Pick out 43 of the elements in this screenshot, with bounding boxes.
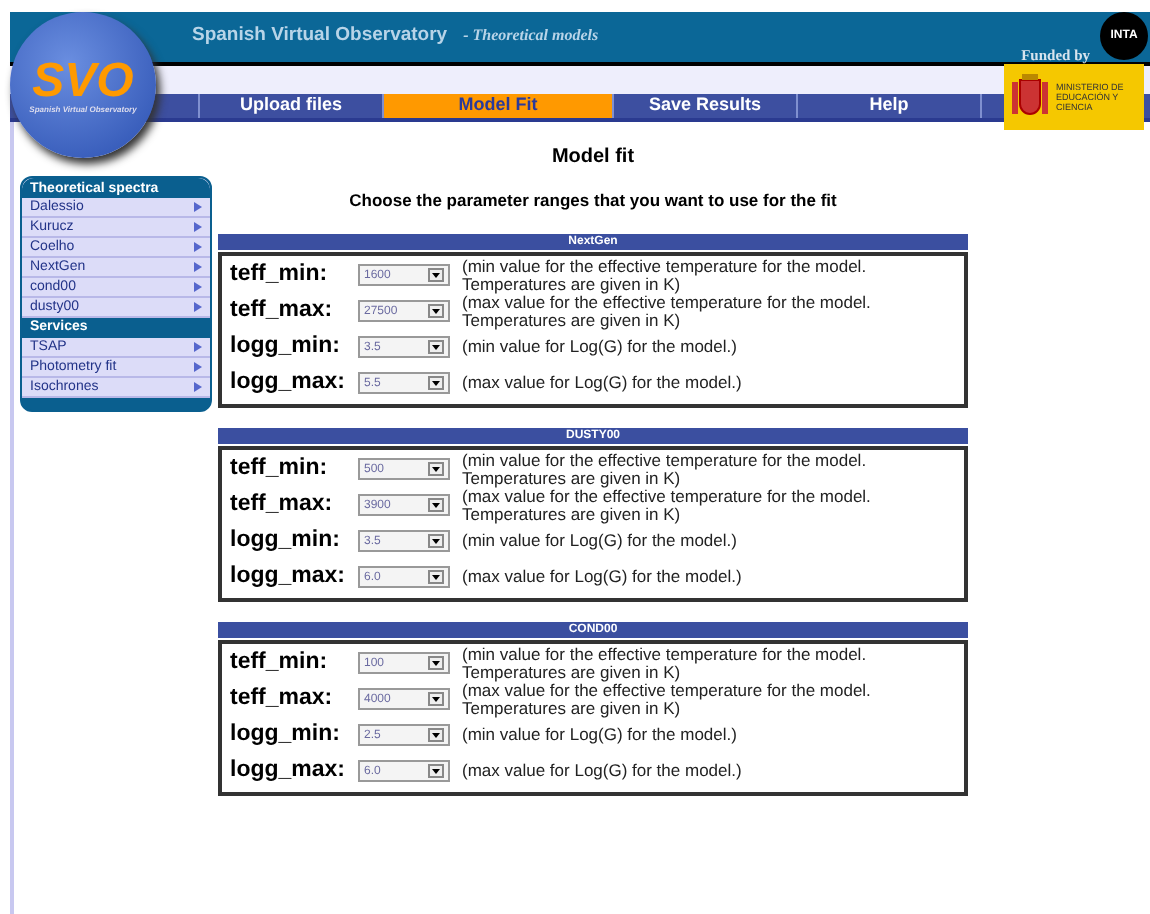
param-label: teff_max:: [230, 494, 335, 517]
site-title: Spanish Virtual Observatory: [192, 22, 448, 50]
param-label: logg_min:: [230, 530, 342, 553]
caret-icon: [428, 692, 444, 707]
param-description: (min value for Log(G) for the model.): [462, 338, 739, 357]
caret-icon: [428, 656, 444, 671]
param-label: logg_max:: [230, 372, 348, 395]
param-label: logg_max:: [230, 566, 348, 589]
caret-icon: [428, 498, 444, 513]
param-description: (max value for Log(G) for the model.): [462, 762, 744, 781]
param-label: teff_min:: [230, 458, 330, 481]
caret-icon: [428, 764, 444, 779]
param-label: teff_min:: [230, 264, 330, 287]
param-description: (max value for Log(G) for the model.): [462, 568, 744, 587]
param-label: logg_max:: [230, 760, 348, 783]
caret-icon: [428, 376, 444, 391]
param-label: teff_max:: [230, 688, 335, 711]
caret-icon: [428, 728, 444, 743]
param-label: teff_max:: [230, 300, 335, 323]
param-description: (max value for the effective temperature for the model. Temperatures are given in K): [462, 293, 873, 330]
param-description: (min value for Log(G) for the model.): [462, 726, 739, 745]
caret-icon: [428, 304, 444, 319]
page-subtitle: Choose the parameter ranges that you want to use for the fit: [349, 188, 837, 214]
coat-of-arms-icon: [1010, 73, 1050, 121]
nav-tab[interactable]: Model Fit: [384, 94, 614, 118]
param-description: (min value for the effective temperature for the model. Temperatures are given in K): [462, 645, 869, 682]
param-description: (max value for the effective temperature for the model. Temperatures are given in K): [462, 681, 873, 718]
param-description: (min value for Log(G) for the model.): [462, 532, 739, 551]
param-label: teff_min:: [230, 652, 330, 675]
param-description: (min value for the effective temperature for the model. Temperatures are given in K): [462, 257, 869, 294]
param-description: (max value for the effective temperature for the model. Temperatures are given in K): [462, 487, 873, 524]
caret-icon: [428, 570, 444, 585]
caret-icon: [428, 268, 444, 283]
param-label: logg_min:: [230, 724, 342, 747]
caret-icon: [428, 462, 444, 477]
site-subtitle: - Theoretical models: [463, 24, 599, 48]
caret-icon: [428, 534, 444, 549]
param-description: (max value for Log(G) for the model.): [462, 374, 744, 393]
page-title: Model fit: [551, 144, 635, 172]
param-description: (min value for the effective temperature for the model. Temperatures are given in K): [462, 451, 869, 488]
param-label: logg_min:: [230, 336, 342, 359]
logo-text: SVO: [32, 57, 134, 105]
caret-icon: [428, 340, 444, 355]
